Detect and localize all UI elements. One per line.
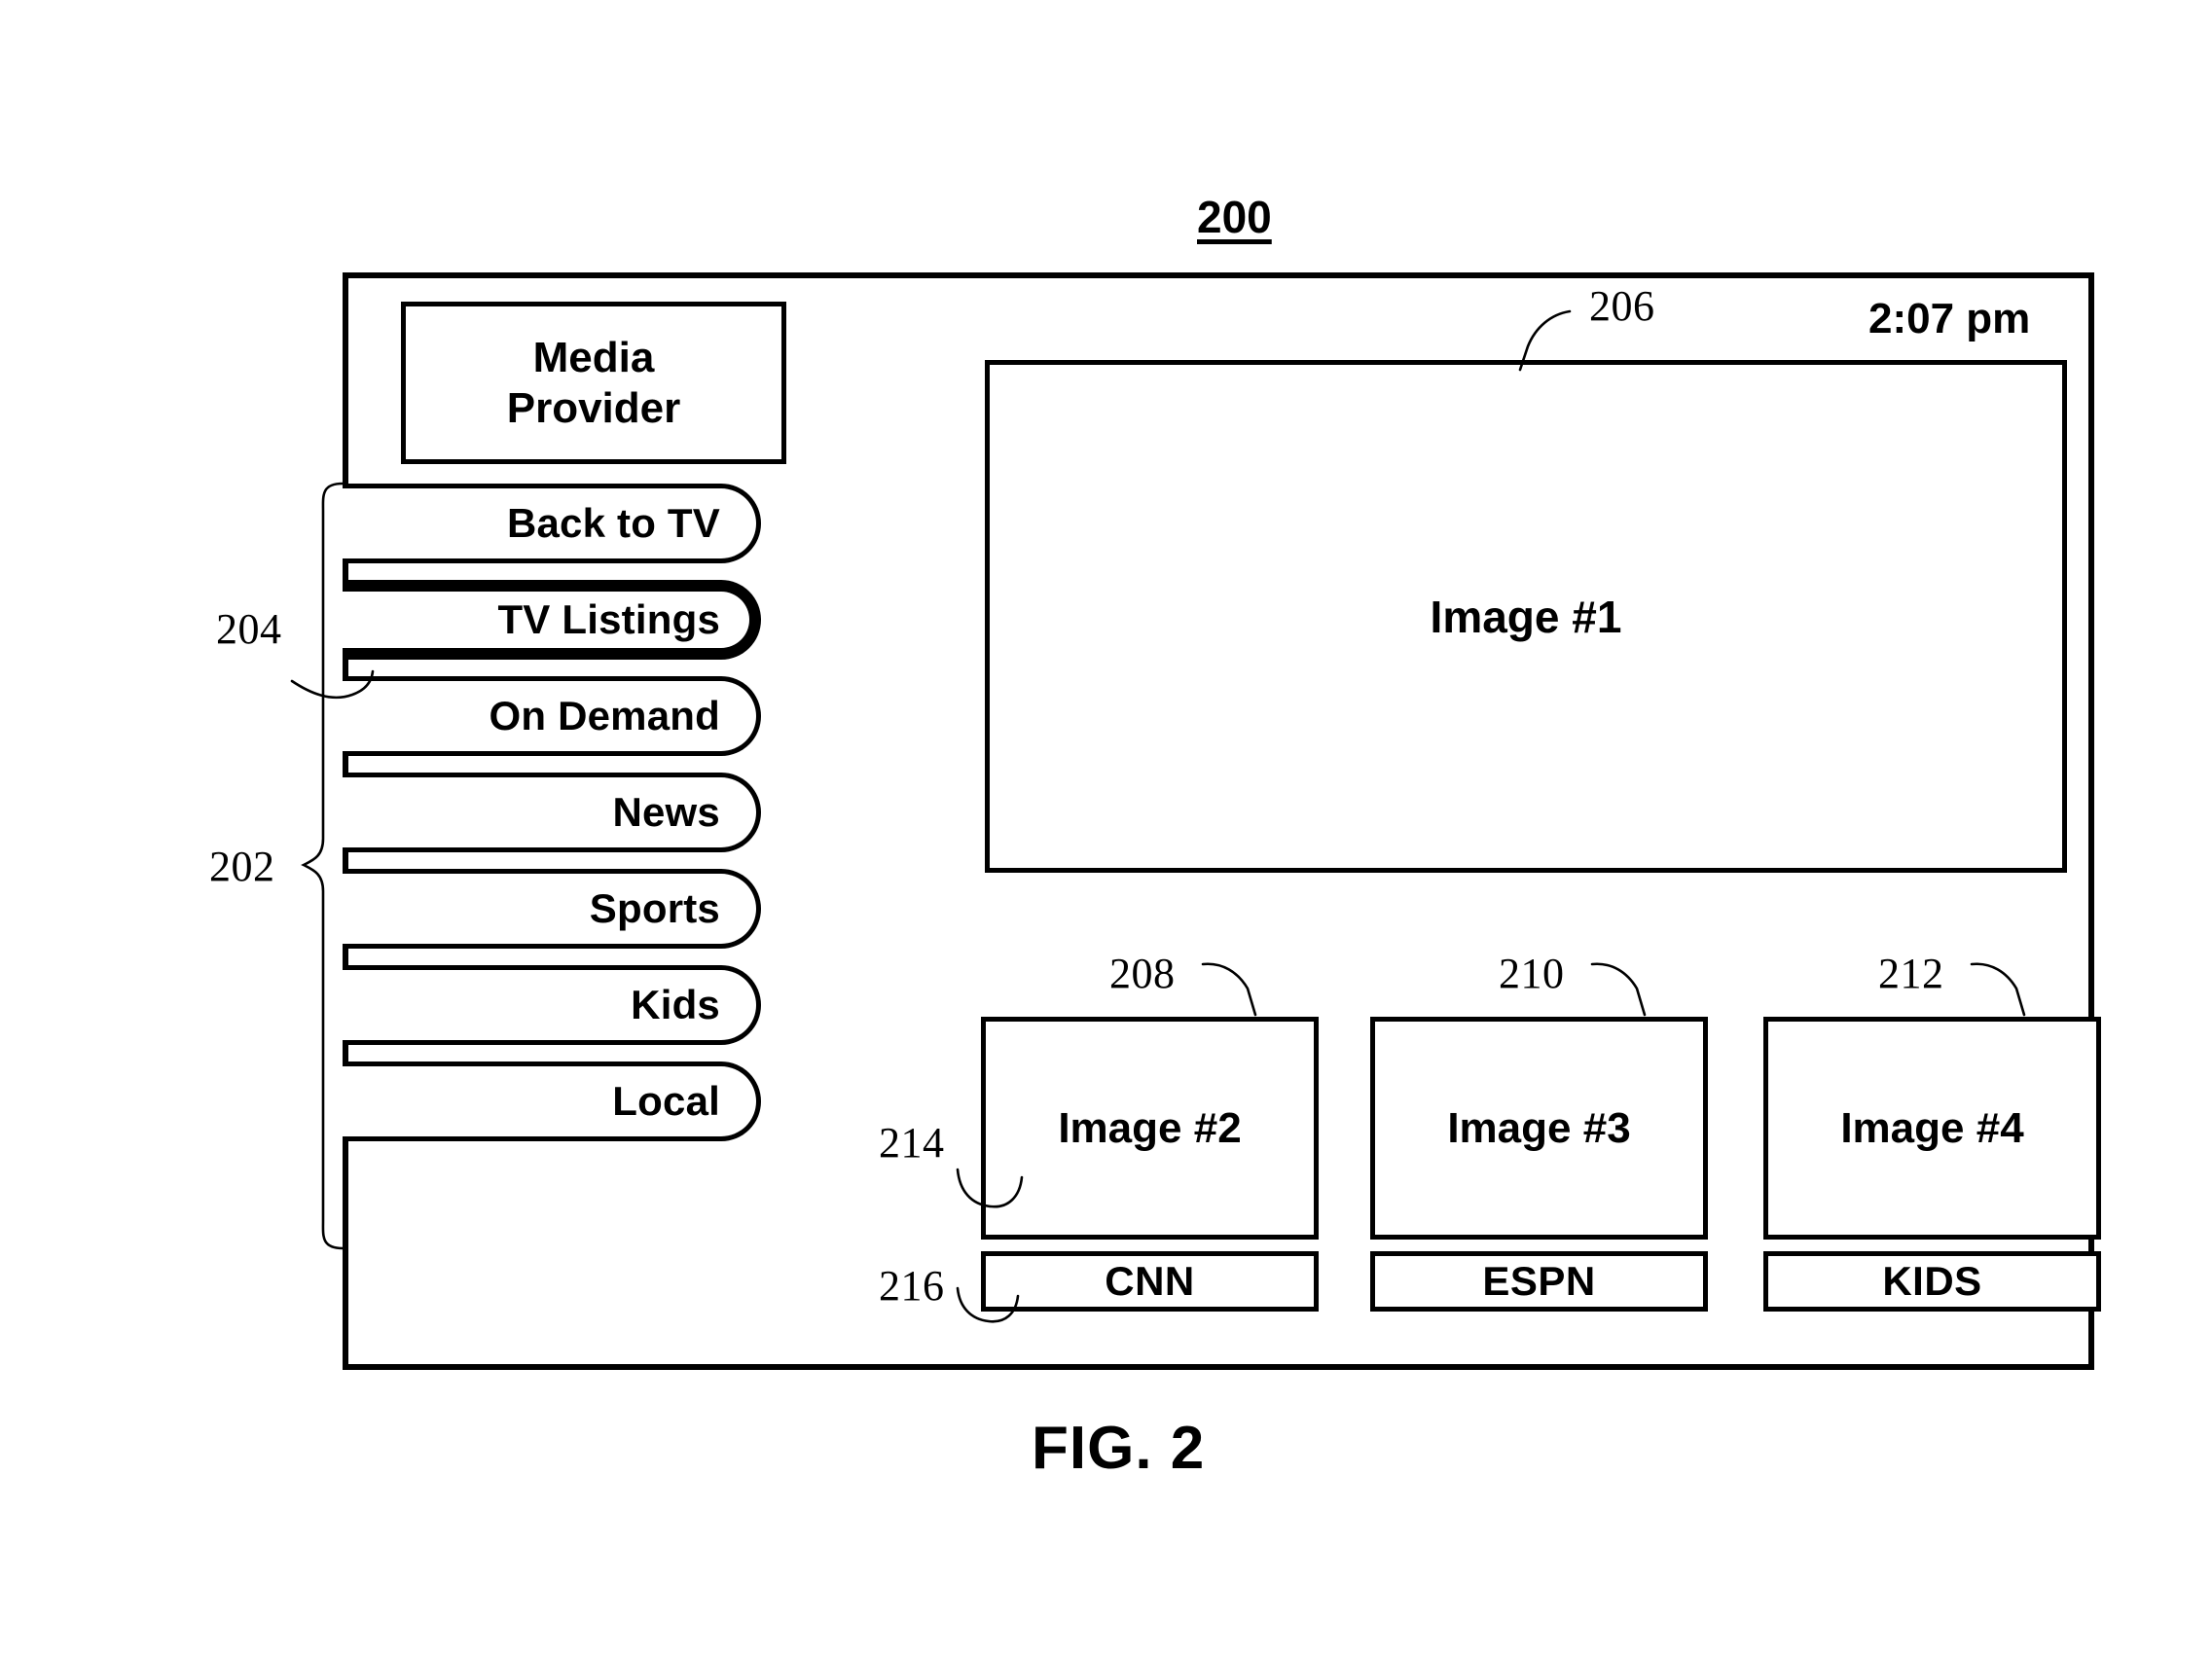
nav-item-sports[interactable]: Sports (343, 869, 771, 949)
nav-item-label: On Demand (489, 693, 720, 738)
thumbnail-channel-label: CNN (1105, 1258, 1195, 1304)
callout-number-208: 208 (1109, 950, 1176, 997)
callout-number-210: 210 (1499, 950, 1565, 997)
thumbnail-image-box[interactable]: Image #3 (1370, 1017, 1708, 1240)
callout-number-206: 206 (1589, 282, 1655, 330)
navigation-menu: Back to TV TV Listings On Demand News Sp… (343, 484, 771, 1158)
thumbnail-channel-box[interactable]: KIDS (1763, 1251, 2101, 1312)
hero-image-label: Image #1 (1430, 591, 1622, 642)
nav-item-label: TV Listings (497, 596, 720, 642)
nav-item-kids[interactable]: Kids (343, 965, 771, 1045)
thumbnail-image-label: Image #4 (1840, 1103, 2024, 1152)
thumbnail-image-label: Image #3 (1447, 1103, 1631, 1152)
figure-caption: FIG. 2 (1032, 1415, 1206, 1482)
callout-number-204: 204 (216, 605, 282, 653)
callout-number-214: 214 (879, 1119, 945, 1167)
media-provider-box: Media Provider (401, 302, 786, 464)
nav-item-label: Kids (631, 982, 720, 1027)
thumbnail-channel-label: KIDS (1882, 1258, 1982, 1304)
figure-reference-number: 200 (1197, 192, 1272, 242)
thumbnail-image-box[interactable]: Image #2 (981, 1017, 1319, 1240)
thumbnail-card[interactable]: Image #2 CNN (981, 1017, 1319, 1312)
media-provider-label: Media Provider (506, 333, 681, 432)
nav-item-label: News (612, 789, 720, 835)
thumbnail-channel-box[interactable]: ESPN (1370, 1251, 1708, 1312)
nav-item-back-to-tv[interactable]: Back to TV (343, 484, 771, 563)
thumbnail-channel-box[interactable]: CNN (981, 1251, 1319, 1312)
nav-item-local[interactable]: Local (343, 1061, 771, 1141)
callout-number-216: 216 (879, 1262, 945, 1310)
nav-item-label: Local (612, 1078, 720, 1124)
thumbnail-row: Image #2 CNN Image #3 ESPN Image #4 KIDS (981, 1017, 2101, 1328)
patent-figure: 200 Media Provider 2:07 pm Back to TV TV… (0, 0, 2212, 1655)
nav-item-label: Back to TV (506, 500, 720, 546)
callout-brace-202 (301, 482, 344, 1250)
clock-time: 2:07 pm (1868, 295, 2031, 342)
thumbnail-image-label: Image #2 (1058, 1103, 1242, 1152)
nav-item-news[interactable]: News (343, 773, 771, 852)
callout-number-212: 212 (1878, 950, 1944, 997)
hero-image-box[interactable]: Image #1 (985, 360, 2067, 873)
thumbnail-image-box[interactable]: Image #4 (1763, 1017, 2101, 1240)
nav-item-tv-listings[interactable]: TV Listings (343, 580, 771, 660)
thumbnail-channel-label: ESPN (1482, 1258, 1596, 1304)
thumbnail-card[interactable]: Image #4 KIDS (1763, 1017, 2101, 1312)
thumbnail-card[interactable]: Image #3 ESPN (1370, 1017, 1708, 1312)
callout-number-202: 202 (209, 843, 275, 890)
nav-item-label: Sports (589, 885, 720, 931)
nav-item-on-demand[interactable]: On Demand (343, 676, 771, 756)
